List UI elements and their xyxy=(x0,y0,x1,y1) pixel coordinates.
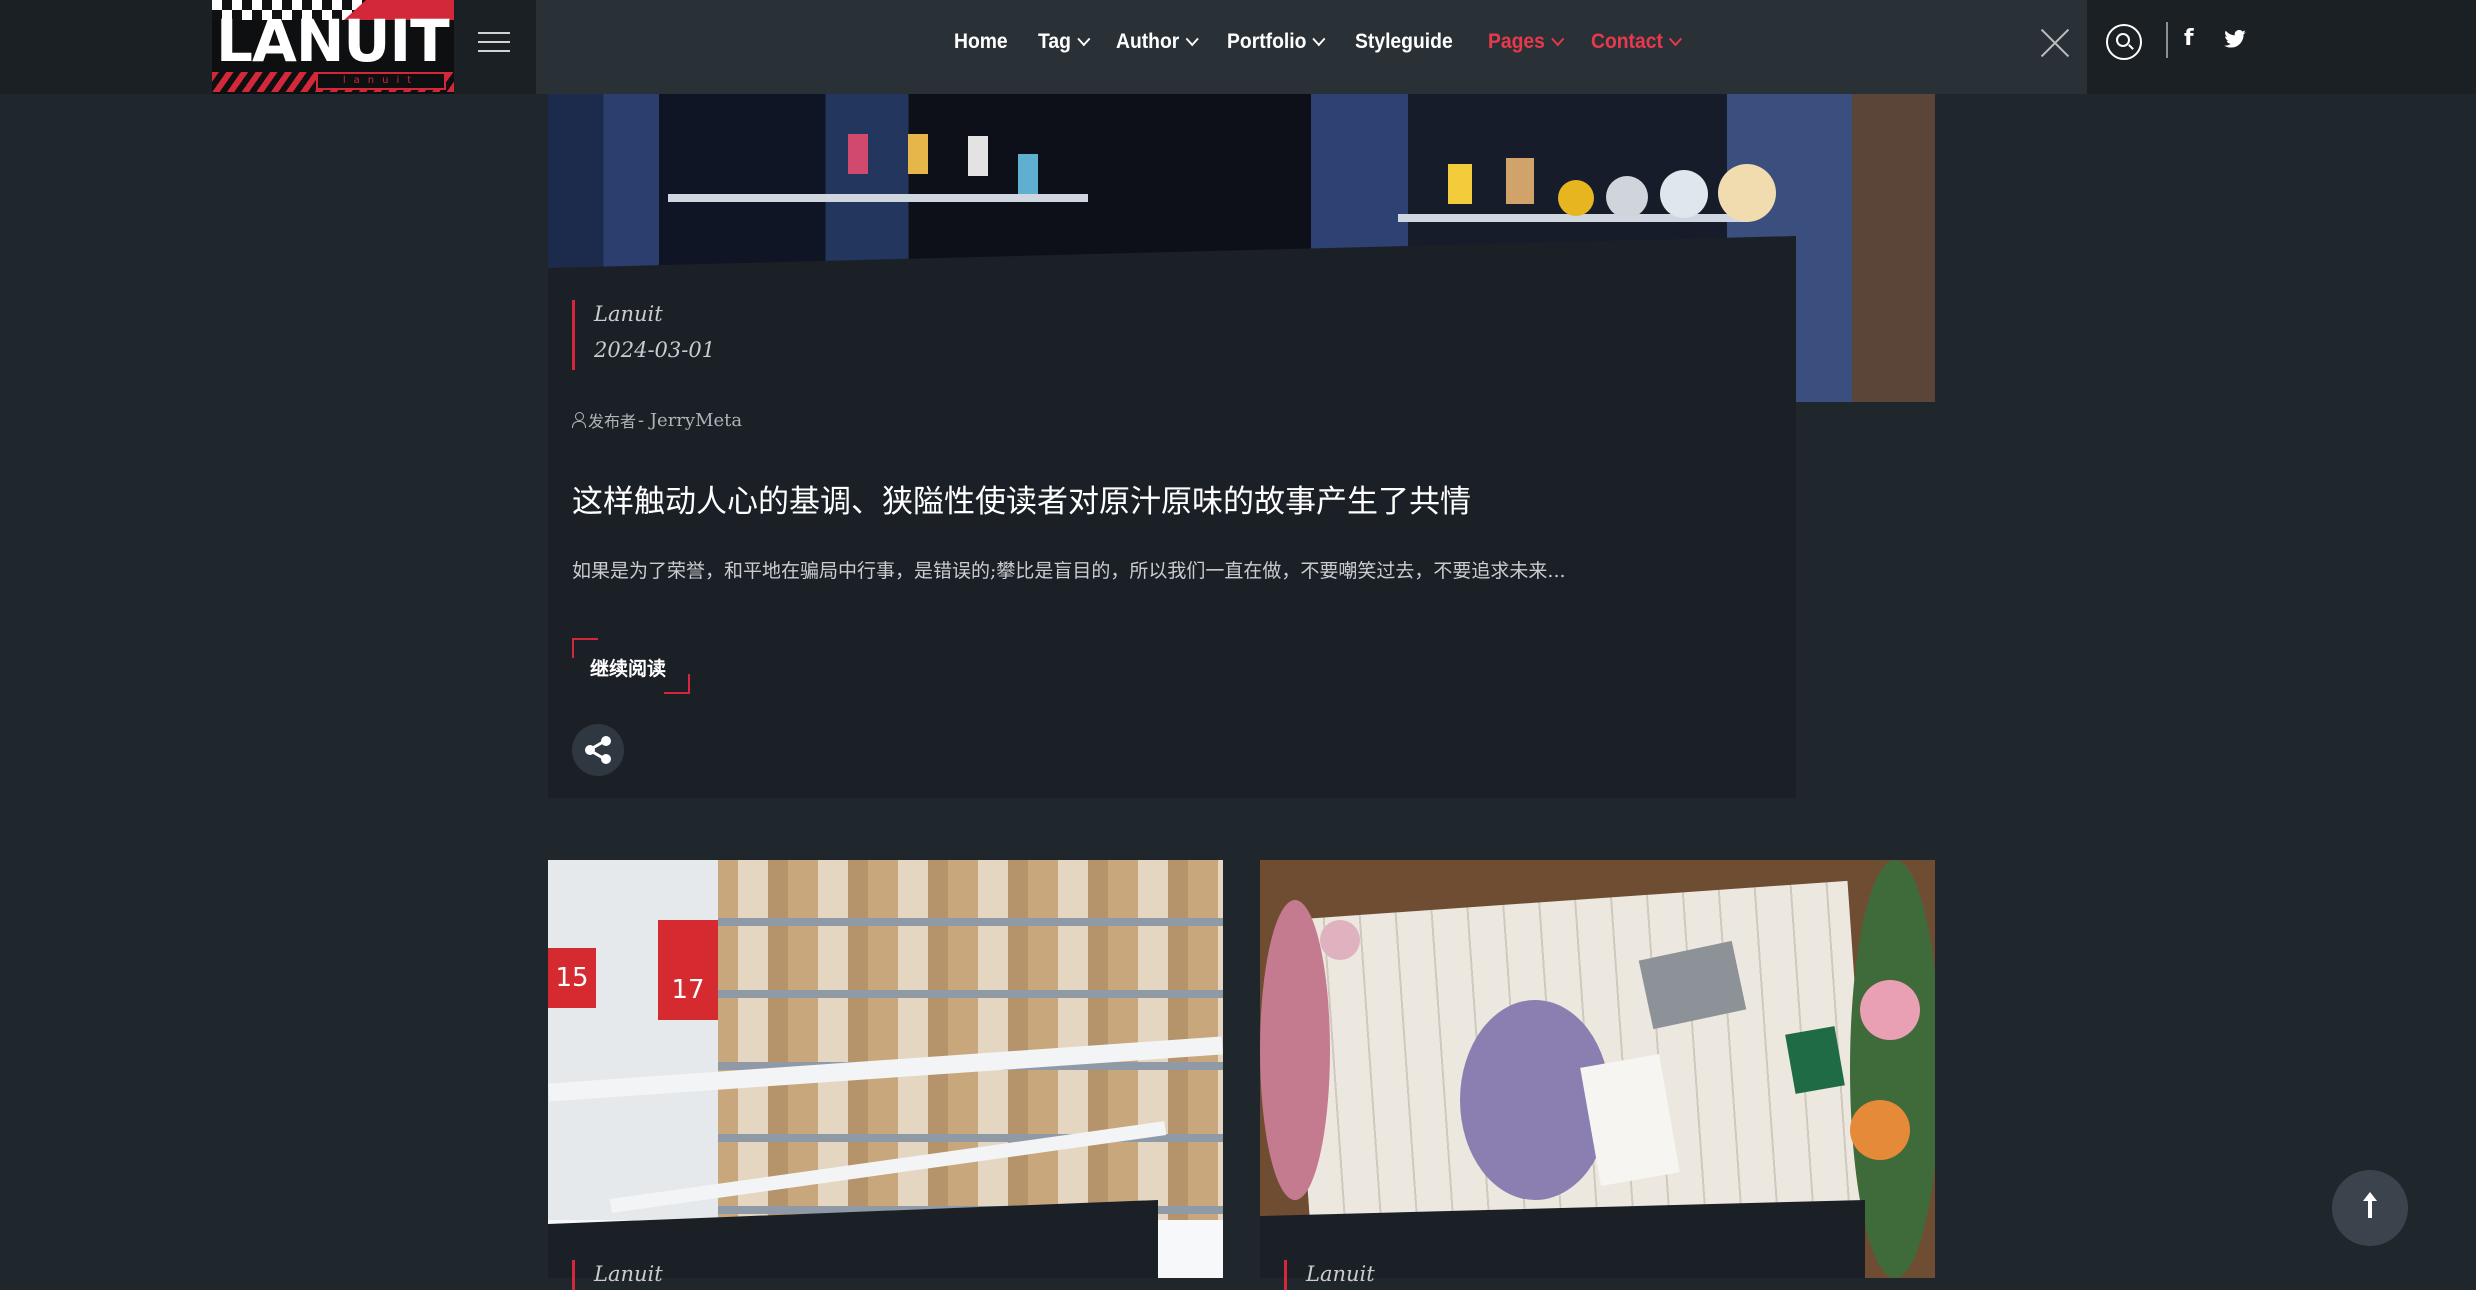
image-detail xyxy=(1558,180,1594,216)
post-publisher: 发布者 - JerryMeta xyxy=(572,408,742,432)
meta-accent-bar xyxy=(572,300,575,370)
nav-item-contact[interactable]: Contact xyxy=(1591,30,1683,54)
image-detail xyxy=(1018,154,1038,194)
post-date: 2024-03-01 xyxy=(594,338,716,362)
post-author[interactable]: Lanuit xyxy=(1306,1262,1375,1286)
read-more-label: 继续阅读 xyxy=(590,658,667,680)
nav-item-portfolio[interactable]: Portfolio xyxy=(1227,30,1326,54)
chevron-down-icon xyxy=(1077,32,1091,47)
chevron-down-icon xyxy=(1550,32,1564,47)
image-detail xyxy=(1718,164,1776,222)
arrow-up-icon xyxy=(2363,1192,2377,1218)
nav-item-home[interactable]: Home xyxy=(954,30,1008,54)
image-detail xyxy=(1660,170,1708,218)
meta-accent-bar xyxy=(572,1260,575,1290)
image-detail xyxy=(1260,900,1330,1200)
search-icon[interactable] xyxy=(2106,24,2142,60)
facebook-icon[interactable]: f xyxy=(2184,26,2194,51)
image-detail xyxy=(1506,158,1534,204)
chevron-down-icon xyxy=(1185,32,1199,47)
image-shelf xyxy=(668,194,1088,202)
nav-item-styleguide[interactable]: Styleguide xyxy=(1355,30,1453,54)
chevron-down-icon xyxy=(1669,32,1683,47)
post-excerpt: 如果是为了荣誉，和平地在骗局中行事，是错误的;攀比是盲目的，所以我们一直在做，不… xyxy=(572,560,1566,582)
site-logo[interactable]: LANUIT lanuit xyxy=(212,0,454,94)
image-detail xyxy=(1860,980,1920,1040)
publisher-prefix: 发布者 xyxy=(588,412,637,431)
image-sign: 17 xyxy=(658,920,718,1020)
image-detail xyxy=(1785,1026,1845,1094)
nav-item-pages[interactable]: Pages xyxy=(1488,30,1564,54)
publisher-name[interactable]: - JerryMeta xyxy=(638,410,742,431)
logo-subtext: lanuit xyxy=(316,72,446,90)
image-detail xyxy=(1850,1100,1910,1160)
post-author[interactable]: Lanuit xyxy=(594,302,663,326)
read-more-button[interactable]: 继续阅读 xyxy=(572,638,690,694)
meta-accent-bar xyxy=(1284,1260,1287,1290)
nav-item-tag[interactable]: Tag xyxy=(1038,30,1091,54)
image-detail xyxy=(968,136,988,176)
post-title[interactable]: 这样触动人心的基调、狭隘性使读者对原汁原味的故事产生了共情 xyxy=(572,476,1471,521)
nav-item-author[interactable]: Author xyxy=(1116,30,1199,54)
image-detail xyxy=(1606,176,1648,218)
image-detail xyxy=(1320,920,1360,960)
hamburger-menu-icon[interactable] xyxy=(454,0,536,94)
share-icon[interactable] xyxy=(572,724,624,776)
close-icon[interactable] xyxy=(2040,28,2070,58)
image-detail xyxy=(848,134,868,174)
image-sign: 15 xyxy=(548,948,596,1008)
social-divider xyxy=(2166,22,2168,58)
chevron-down-icon xyxy=(1312,32,1326,47)
image-detail xyxy=(1448,164,1472,204)
logo-text: LANUIT xyxy=(216,7,450,75)
twitter-icon[interactable] xyxy=(2224,30,2246,48)
back-to-top-button[interactable] xyxy=(2332,1170,2408,1246)
main-nav: Home Tag Author Portfolio Styleguide Pag… xyxy=(954,0,1686,84)
post-author[interactable]: Lanuit xyxy=(594,1262,663,1286)
image-detail xyxy=(908,134,928,174)
user-icon xyxy=(572,412,586,428)
